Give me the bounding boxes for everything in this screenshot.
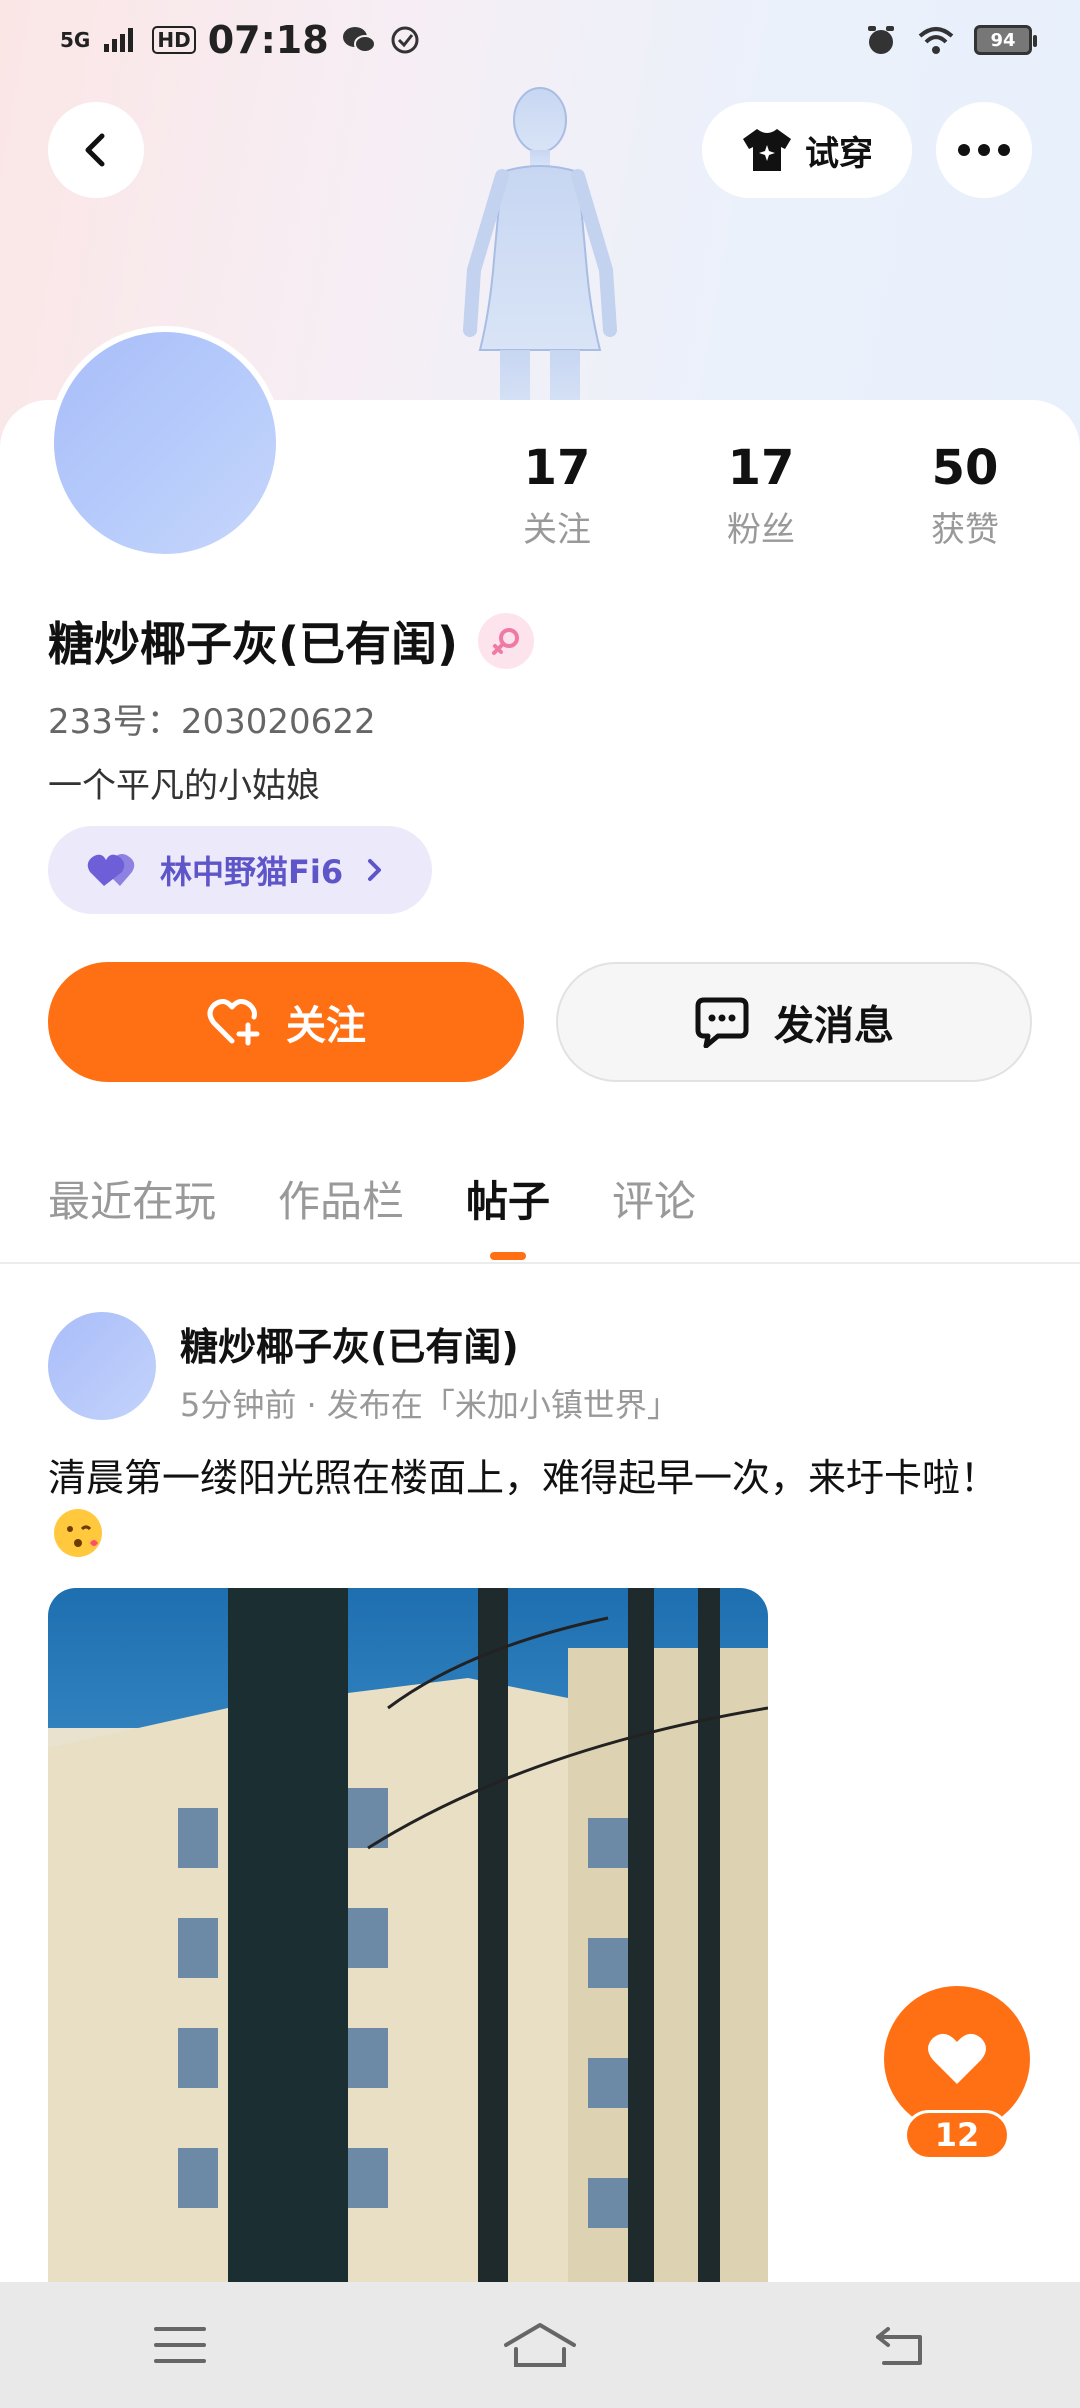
wechat-icon: [342, 27, 376, 53]
kissing-emoji-icon: [54, 1508, 102, 1557]
chat-bubble-icon: [695, 997, 749, 1048]
tabs-divider: [0, 1262, 1080, 1264]
try-on-label: 试穿: [805, 133, 873, 174]
tab-posts[interactable]: 帖子: [466, 1168, 550, 1260]
signal-icon: [104, 28, 134, 52]
clock: 07:18: [207, 18, 329, 62]
menu-nav-button[interactable]: [120, 2305, 240, 2385]
couple-link[interactable]: 林中野猫Fi6: [48, 826, 432, 914]
like-count: 12: [904, 2110, 1010, 2160]
tshirt-icon: [743, 129, 791, 171]
stat-following[interactable]: 17 关注: [477, 440, 637, 551]
more-dots-icon: [958, 144, 1010, 156]
profile-bio: 一个平凡的小姑娘: [48, 766, 320, 806]
couple-name: 林中野猫Fi6: [160, 853, 344, 891]
avatar[interactable]: [48, 326, 282, 560]
female-icon: [478, 613, 535, 669]
battery-indicator: 94: [974, 25, 1037, 55]
stat-followers[interactable]: 17 粉丝: [681, 440, 841, 551]
home-nav-button[interactable]: [480, 2305, 600, 2385]
stat-likes[interactable]: 50 获赞: [885, 440, 1045, 551]
more-options-button[interactable]: [936, 102, 1032, 198]
send-message-label: 发消息: [774, 1003, 894, 1049]
tab-works[interactable]: 作品栏: [278, 1168, 404, 1229]
stat-likes-label: 获赞: [931, 510, 999, 550]
post-text[interactable]: 清晨第一缕阳光照在楼面上，难得起早一次，来圩卡啦！: [48, 1452, 1038, 1557]
character-figure: [463, 87, 617, 420]
tab-comments[interactable]: 评论: [612, 1168, 696, 1229]
profile-name-row: 糖炒椰子灰(已有闺): [48, 608, 535, 674]
post-meta: 5分钟前 · 发布在「米加小镇世界」: [180, 1386, 679, 1424]
profile-tabs: 最近在玩 作品栏 帖子 评论: [48, 1168, 696, 1260]
heart-plus-icon: [207, 999, 260, 1046]
follow-button[interactable]: 关注: [48, 962, 524, 1082]
try-on-button[interactable]: 试穿: [702, 102, 912, 198]
back-button[interactable]: [48, 102, 144, 198]
back-nav-button[interactable]: [840, 2305, 960, 2385]
post-author-avatar[interactable]: [48, 1312, 156, 1420]
send-message-button[interactable]: 发消息: [556, 962, 1032, 1082]
hd-badge: HD: [152, 26, 196, 54]
stat-followers-value: 17: [727, 440, 795, 496]
alarm-icon: [868, 26, 894, 54]
tab-recently-played[interactable]: 最近在玩: [48, 1168, 216, 1229]
network-indicator: 5G: [60, 28, 91, 52]
double-heart-icon: [87, 854, 135, 886]
menu-icon: [154, 2327, 206, 2363]
wifi-icon: [918, 27, 954, 54]
heart-icon: [928, 2033, 986, 2084]
profile-name: 糖炒椰子灰(已有闺): [48, 617, 459, 671]
stat-following-label: 关注: [523, 510, 591, 550]
stat-following-value: 17: [523, 440, 591, 496]
building-photo: [48, 1588, 768, 2288]
stat-followers-label: 粉丝: [727, 510, 795, 550]
user-id: 233号：203020622: [48, 702, 376, 742]
return-icon: [876, 2327, 922, 2365]
chevron-right-icon: [368, 859, 382, 881]
post-author-name[interactable]: 糖炒椰子灰(已有闺): [180, 1316, 519, 1371]
follow-label: 关注: [286, 1003, 366, 1049]
post-text-content: 清晨第一缕阳光照在楼面上，难得起早一次，来圩卡啦！: [48, 1456, 999, 1500]
system-navigation-bar: [0, 2282, 1080, 2408]
home-icon: [504, 2323, 576, 2367]
chevron-left-icon: [85, 133, 105, 167]
post-image[interactable]: [48, 1588, 768, 2288]
stat-likes-value: 50: [931, 440, 999, 496]
sync-icon: [391, 26, 419, 54]
status-bar: 5G HD 07:18 94: [0, 0, 1080, 80]
